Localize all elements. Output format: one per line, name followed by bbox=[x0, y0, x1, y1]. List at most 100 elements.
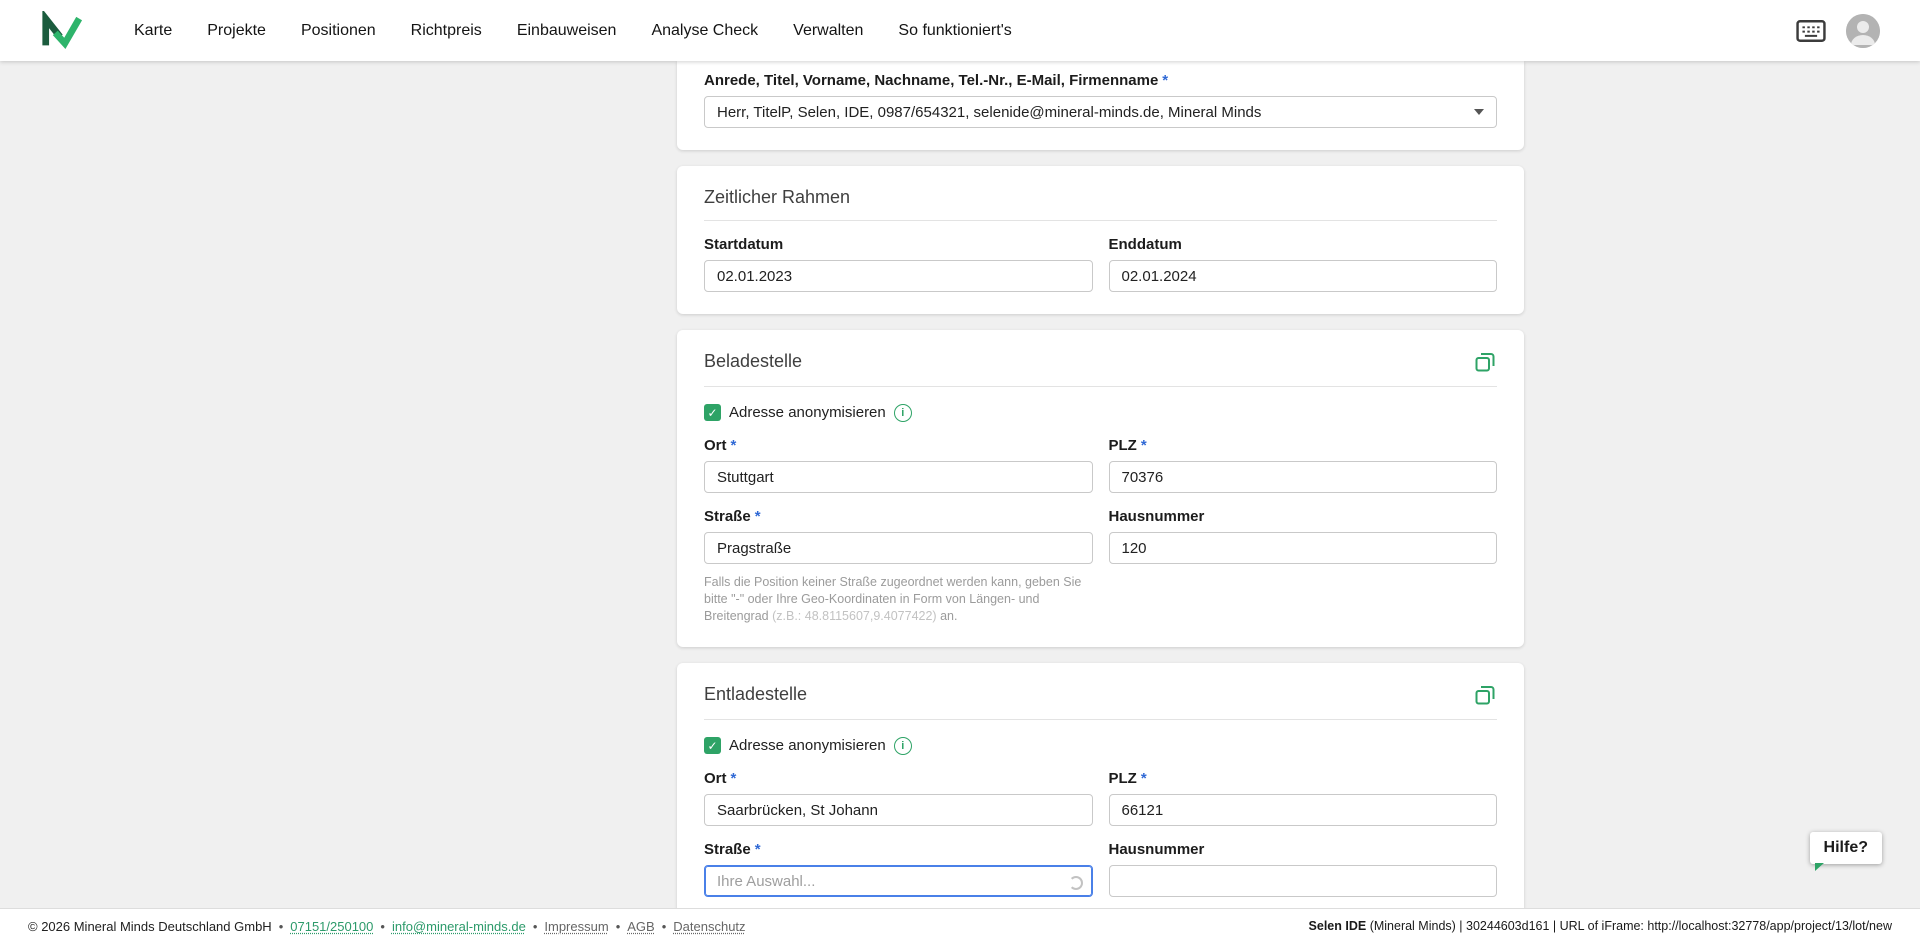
contact-label-text: Anrede, Titel, Vorname, Nachname, Tel.-N… bbox=[704, 72, 1158, 89]
loading-point-title: Beladestelle bbox=[704, 350, 802, 372]
unloading-house-number-input[interactable] bbox=[1109, 865, 1498, 897]
footer-email-link[interactable]: info@mineral-minds.de bbox=[392, 919, 526, 934]
navbar-right bbox=[1796, 14, 1880, 48]
footer-session-info: Selen IDE (Mineral Minds) | 30244603d161… bbox=[1309, 919, 1892, 933]
anonymize-label: Adresse anonymisieren bbox=[729, 404, 886, 421]
loading-zip-input[interactable] bbox=[1109, 461, 1498, 493]
house-number-label: Hausnummer bbox=[1109, 840, 1498, 859]
unloading-point-title: Entladestelle bbox=[704, 683, 807, 705]
loading-spinner-icon bbox=[1069, 876, 1083, 890]
loading-point-card: Beladestelle Adresse anonymisieren i Ort… bbox=[677, 330, 1524, 647]
main-nav: Karte Projekte Positionen Richtpreis Ein… bbox=[134, 22, 1012, 40]
unloading-point-card: Entladestelle Adresse anonymisieren i Or… bbox=[677, 663, 1524, 908]
footer-user-name: Selen IDE bbox=[1309, 919, 1367, 933]
separator-dot: • bbox=[616, 919, 621, 934]
nav-item-richtpreis[interactable]: Richtpreis bbox=[411, 22, 482, 40]
info-icon[interactable]: i bbox=[894, 737, 912, 755]
timeframe-card-title: Zeitlicher Rahmen bbox=[704, 186, 850, 208]
separator-dot: • bbox=[662, 919, 667, 934]
street-field: Straße* bbox=[704, 507, 1093, 564]
footer-session-details: (Mineral Minds) | 30244603d161 | URL of … bbox=[1366, 919, 1892, 933]
help-bubble-tail bbox=[1815, 863, 1824, 871]
footer-link-datenschutz[interactable]: Datenschutz bbox=[673, 919, 745, 934]
timeframe-card: Zeitlicher Rahmen Startdatum Enddatum bbox=[677, 166, 1524, 314]
required-asterisk: * bbox=[1141, 437, 1147, 454]
geo-hint-example: (z.B.: 48.8115607,9.4077422) bbox=[772, 609, 936, 623]
street-autocomplete bbox=[704, 865, 1093, 897]
street-field: Straße* bbox=[704, 840, 1093, 897]
end-date-label: Enddatum bbox=[1109, 235, 1498, 254]
anonymize-label: Adresse anonymisieren bbox=[729, 737, 886, 754]
required-asterisk: * bbox=[755, 841, 761, 858]
unloading-city-input[interactable] bbox=[704, 794, 1093, 826]
zip-label: PLZ* bbox=[1109, 769, 1498, 788]
footer-link-impressum[interactable]: Impressum bbox=[544, 919, 608, 934]
start-date-field: Startdatum bbox=[704, 235, 1093, 292]
footer-link-agb[interactable]: AGB bbox=[627, 919, 654, 934]
nav-item-einbauweisen[interactable]: Einbauweisen bbox=[517, 22, 617, 40]
separator-dot: • bbox=[533, 919, 538, 934]
copy-icon bbox=[1473, 683, 1497, 707]
duplicate-loading-point-button[interactable] bbox=[1473, 350, 1497, 374]
footer-left: © 2026 Mineral Minds Deutschland GmbH • … bbox=[28, 919, 746, 934]
nav-item-positionen[interactable]: Positionen bbox=[301, 22, 376, 40]
nav-item-analyse-check[interactable]: Analyse Check bbox=[651, 22, 758, 40]
unloading-street-input[interactable] bbox=[704, 865, 1093, 897]
logo-icon bbox=[40, 11, 82, 51]
form-column: Anrede, Titel, Vorname, Nachname, Tel.-N… bbox=[677, 61, 1524, 908]
anonymize-checkbox[interactable] bbox=[704, 404, 721, 421]
contact-card: Anrede, Titel, Vorname, Nachname, Tel.-N… bbox=[677, 61, 1524, 150]
footer-copyright: © 2026 Mineral Minds Deutschland GmbH bbox=[28, 919, 272, 934]
nav-item-verwalten[interactable]: Verwalten bbox=[793, 22, 863, 40]
city-label: Ort* bbox=[704, 436, 1093, 455]
zip-field: PLZ* bbox=[1109, 769, 1498, 826]
street-label: Straße* bbox=[704, 507, 1093, 526]
keyboard-icon[interactable] bbox=[1796, 20, 1826, 42]
city-field: Ort* bbox=[704, 436, 1093, 493]
required-asterisk: * bbox=[755, 508, 761, 525]
avatar[interactable] bbox=[1846, 14, 1880, 48]
house-number-field: Hausnummer bbox=[1109, 840, 1498, 897]
nav-item-karte[interactable]: Karte bbox=[134, 22, 172, 40]
geo-hint-text: Falls die Position keiner Straße zugeord… bbox=[704, 574, 1104, 625]
nav-item-so-funktionierts[interactable]: So funktioniert's bbox=[898, 22, 1011, 40]
zip-field: PLZ* bbox=[1109, 436, 1498, 493]
anonymize-checkbox[interactable] bbox=[704, 737, 721, 754]
street-label: Straße* bbox=[704, 840, 1093, 859]
logo[interactable] bbox=[40, 11, 82, 51]
help-button-label: Hilfe? bbox=[1824, 839, 1868, 856]
help-button[interactable]: Hilfe? bbox=[1810, 832, 1882, 864]
house-number-field: Hausnummer bbox=[1109, 507, 1498, 564]
loading-house-number-input[interactable] bbox=[1109, 532, 1498, 564]
loading-street-input[interactable] bbox=[704, 532, 1093, 564]
city-label: Ort* bbox=[704, 769, 1093, 788]
main-content: Anrede, Titel, Vorname, Nachname, Tel.-N… bbox=[0, 61, 1920, 908]
loading-city-input[interactable] bbox=[704, 461, 1093, 493]
footer: © 2026 Mineral Minds Deutschland GmbH • … bbox=[0, 908, 1920, 943]
house-number-label: Hausnummer bbox=[1109, 507, 1498, 526]
start-date-label: Startdatum bbox=[704, 235, 1093, 254]
copy-icon bbox=[1473, 350, 1497, 374]
anonymize-row: Adresse anonymisieren i bbox=[704, 403, 1497, 422]
required-asterisk: * bbox=[731, 437, 737, 454]
zip-label: PLZ* bbox=[1109, 436, 1498, 455]
required-asterisk: * bbox=[731, 770, 737, 787]
anonymize-row: Adresse anonymisieren i bbox=[704, 736, 1497, 755]
nav-item-projekte[interactable]: Projekte bbox=[207, 22, 266, 40]
separator-dot: • bbox=[380, 919, 385, 934]
unloading-zip-input[interactable] bbox=[1109, 794, 1498, 826]
city-field: Ort* bbox=[704, 769, 1093, 826]
contact-select-value: Herr, TitelP, Selen, IDE, 0987/654321, s… bbox=[717, 104, 1261, 121]
navbar: Karte Projekte Positionen Richtpreis Ein… bbox=[0, 0, 1920, 61]
duplicate-unloading-point-button[interactable] bbox=[1473, 683, 1497, 707]
footer-phone-link[interactable]: 07151/250100 bbox=[290, 919, 373, 934]
required-asterisk: * bbox=[1162, 72, 1168, 89]
required-asterisk: * bbox=[1141, 770, 1147, 787]
contact-label: Anrede, Titel, Vorname, Nachname, Tel.-N… bbox=[704, 71, 1497, 90]
chevron-down-icon bbox=[1474, 109, 1484, 115]
end-date-input[interactable] bbox=[1109, 260, 1498, 292]
separator-dot: • bbox=[279, 919, 284, 934]
contact-select[interactable]: Herr, TitelP, Selen, IDE, 0987/654321, s… bbox=[704, 96, 1497, 128]
start-date-input[interactable] bbox=[704, 260, 1093, 292]
info-icon[interactable]: i bbox=[894, 404, 912, 422]
